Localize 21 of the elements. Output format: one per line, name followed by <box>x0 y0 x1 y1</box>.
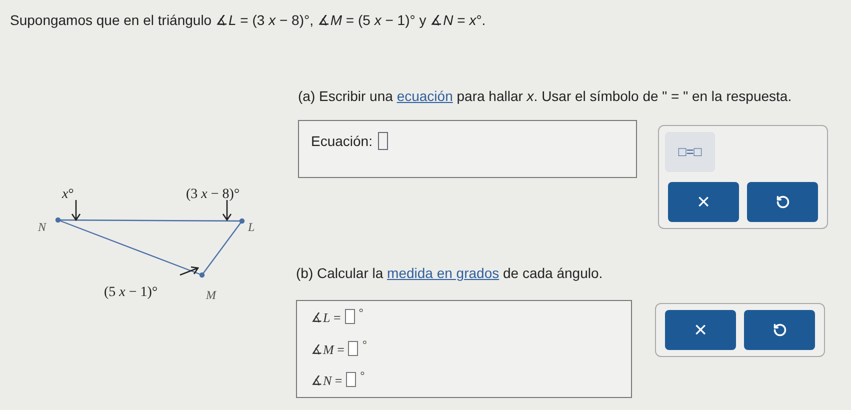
equation-template-button[interactable]: □=□ <box>665 132 715 172</box>
glossary-link[interactable]: medida en grados <box>387 265 500 281</box>
vertex-label: L <box>248 219 255 236</box>
angle-label: (5 x − 1)° <box>104 284 158 302</box>
degree-unit: ° <box>360 371 365 382</box>
degree-unit: ° <box>358 308 364 319</box>
glossary-link[interactable]: ecuación <box>396 88 453 104</box>
angle-label: x° <box>62 186 74 204</box>
angle-label: ∡N = <box>311 372 342 390</box>
degree-unit: ° <box>362 340 367 350</box>
clear-button[interactable]: × <box>668 182 739 222</box>
vertex-label: N <box>38 219 46 236</box>
clear-button[interactable]: × <box>665 310 736 350</box>
problem-statement: Supongamos que en el triángulo ∡L = (3 x − 8)°, ∡M = (5 x − 1)° y ∡N = x°. <box>10 11 486 30</box>
instruction-text: (b) Calcular la medida en grados de cada ángulo. <box>296 264 603 283</box>
angle-label: ∡M = <box>311 340 344 358</box>
vertex-label: M <box>206 287 216 304</box>
angle-label: ∡L = <box>311 309 341 327</box>
field-label: Ecuación: <box>311 132 372 151</box>
instruction-text: (a) Escribir una ecuación para hallar x. Usar el símbolo de " = " en la respuesta. <box>298 87 792 106</box>
angle-label: (3 x − 8)° <box>186 186 240 204</box>
